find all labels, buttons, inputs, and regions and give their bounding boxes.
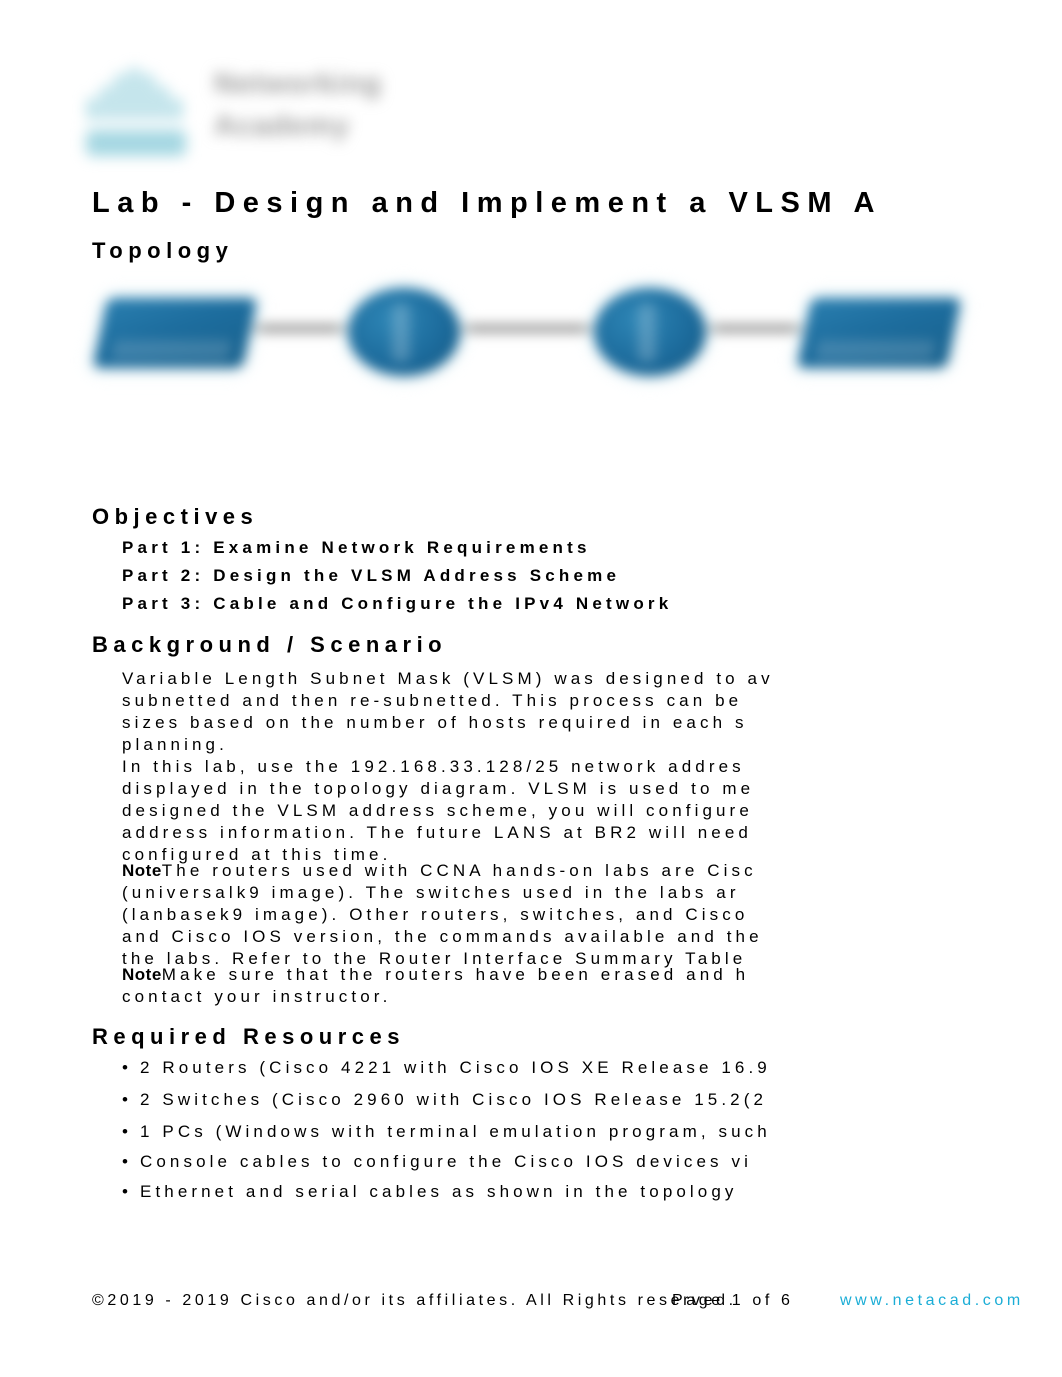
heading-topology: Topology bbox=[92, 238, 234, 263]
link-switch-left-to-router-left bbox=[244, 324, 352, 333]
note-first-line: NoteThe routers used with CCNA hands-on … bbox=[122, 860, 1062, 882]
resource-list-item: • Console cables to configure the Cisco I… bbox=[122, 1152, 1062, 1172]
paragraph-line: contact your instructor. bbox=[122, 987, 392, 1006]
paragraph-line: subnetted and then re-subnetted. This pr… bbox=[122, 691, 743, 710]
objective-part-1: Part 1: Examine Network Requirements bbox=[122, 538, 591, 557]
note-label: Note bbox=[122, 861, 162, 880]
background-paragraph-2: In this lab, use the 192.168.33.128/25 n… bbox=[122, 756, 1062, 866]
resource-text: 2 Switches (Cisco 2960 with Cisco IOS Re… bbox=[140, 1090, 768, 1109]
background-paragraph-1: Variable Length Subnet Mask (VLSM) was d… bbox=[122, 668, 1062, 756]
bullet-icon: • bbox=[122, 1058, 128, 1077]
bullet-icon: • bbox=[122, 1122, 128, 1141]
link-router-right-to-switch-right bbox=[706, 324, 814, 333]
note-text: Make sure that the routers have been era… bbox=[161, 965, 750, 984]
resource-text: Console cables to configure the Cisco IO… bbox=[140, 1152, 752, 1171]
cisco-bridge-icon bbox=[86, 68, 194, 156]
cisco-networking-academy-logo: Networking Academy bbox=[86, 62, 426, 162]
paragraph-line: designed the VLSM address scheme, you wi… bbox=[122, 801, 753, 820]
topology-diagram bbox=[92, 276, 962, 476]
note-text: The routers used with CCNA hands-on labs… bbox=[161, 861, 757, 880]
link-router-left-to-router-right bbox=[460, 324, 598, 333]
note-label: Note bbox=[122, 965, 162, 984]
logo-text-academy: Academy bbox=[214, 110, 350, 142]
resource-list-item: • 1 PCs (Windows with terminal emulation … bbox=[122, 1122, 1062, 1142]
paragraph-line: sizes based on the number of hosts requi… bbox=[122, 713, 748, 732]
bullet-icon: • bbox=[122, 1152, 128, 1171]
resource-text: 1 PCs (Windows with terminal emulation p… bbox=[140, 1122, 771, 1141]
paragraph-line: Variable Length Subnet Mask (VLSM) was d… bbox=[122, 669, 774, 688]
resource-list-item: • 2 Switches (Cisco 2960 with Cisco IOS R… bbox=[122, 1090, 1062, 1110]
objective-part-3: Part 3: Cable and Configure the IPv4 Net… bbox=[122, 594, 673, 613]
switch-left-icon bbox=[92, 298, 258, 368]
note-first-line: NoteMake sure that the routers have been… bbox=[122, 964, 1062, 986]
resource-text: 2 Routers (Cisco 4221 with Cisco IOS XE … bbox=[140, 1058, 771, 1077]
heading-required-resources: Required Resources bbox=[92, 1024, 405, 1049]
page-footer: ©2019 - 2019 Cisco and/or its affiliates… bbox=[0, 1292, 1062, 1326]
logo-text-networking: Networking bbox=[214, 68, 382, 100]
bullet-icon: • bbox=[122, 1090, 128, 1109]
footer-copyright: ©2019 - 2019 Cisco and/or its affiliates… bbox=[92, 1292, 737, 1309]
heading-background-scenario: Background / Scenario bbox=[92, 632, 448, 657]
note-paragraph-1: NoteThe routers used with CCNA hands-on … bbox=[122, 860, 1062, 970]
heading-objectives: Objectives bbox=[92, 504, 259, 529]
router-left-icon bbox=[348, 288, 460, 376]
footer-netacad-link[interactable]: www.netacad.com bbox=[840, 1292, 1024, 1310]
note-paragraph-2: NoteMake sure that the routers have been… bbox=[122, 964, 1062, 1008]
switch-right-icon bbox=[796, 298, 962, 368]
footer-page-number: Page 1 of 6 bbox=[672, 1292, 794, 1309]
resource-list-item: • 2 Routers (Cisco 4221 with Cisco IOS XE… bbox=[122, 1058, 1062, 1078]
resource-list-item: • Ethernet and serial cables as shown in … bbox=[122, 1182, 1062, 1202]
paragraph-line: displayed in the topology diagram. VLSM … bbox=[122, 779, 755, 798]
objective-part-2: Part 2: Design the VLSM Address Scheme bbox=[122, 566, 621, 585]
paragraph-line: and Cisco IOS version, the commands avai… bbox=[122, 927, 763, 946]
paragraph-line: (universalk9 image). The switches used i… bbox=[122, 883, 740, 902]
paragraph-line: address information. The future LANS at … bbox=[122, 823, 752, 842]
paragraph-line: (lanbasek9 image). Other routers, switch… bbox=[122, 905, 749, 924]
resource-text: Ethernet and serial cables as shown in t… bbox=[140, 1182, 738, 1201]
router-right-icon bbox=[594, 288, 706, 376]
paragraph-line: planning. bbox=[122, 735, 228, 754]
page-title: Lab - Design and Implement a VLSM A bbox=[92, 187, 882, 219]
paragraph-line: In this lab, use the 192.168.33.128/25 n… bbox=[122, 757, 745, 776]
bullet-icon: • bbox=[122, 1182, 128, 1201]
document-page: Networking Academy Lab - Design and Impl… bbox=[0, 0, 1062, 1377]
